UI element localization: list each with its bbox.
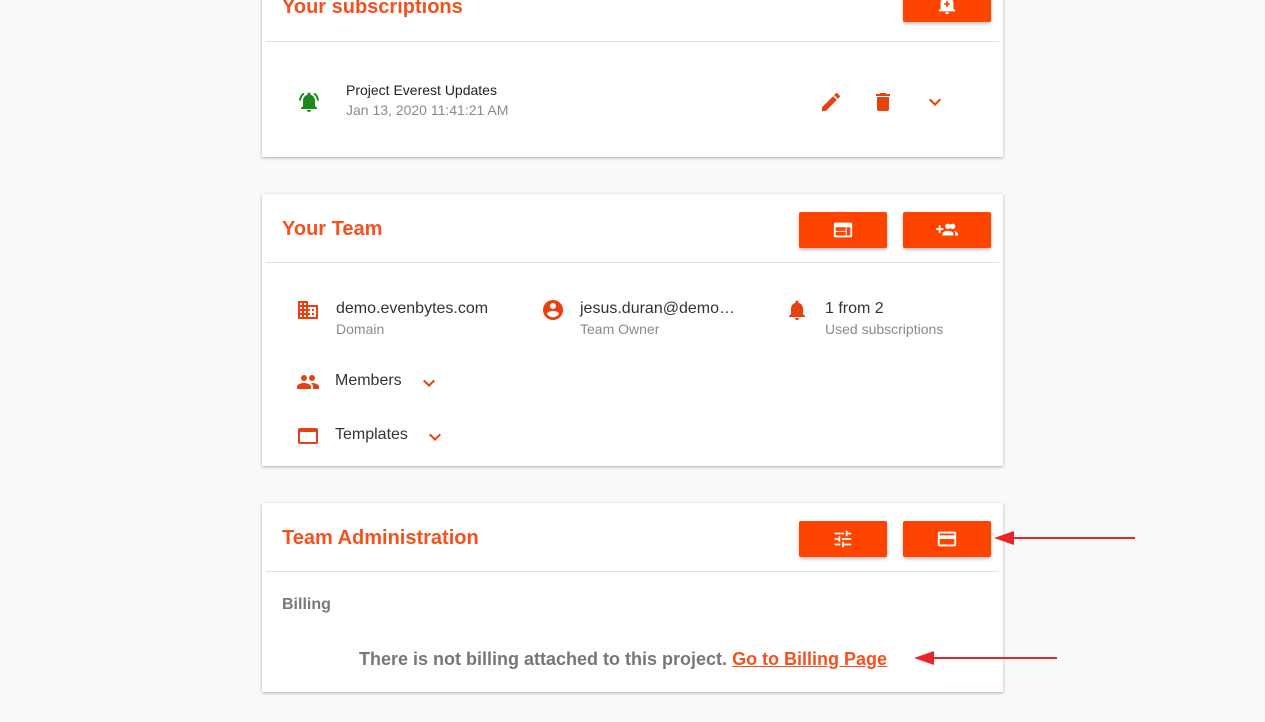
domain-icon [296, 298, 320, 322]
add-group-icon [936, 223, 958, 236]
chevron-down-icon [417, 371, 441, 395]
settings-button[interactable] [799, 521, 887, 557]
domain-value: demo.evenbytes.com [336, 300, 489, 317]
divider [266, 262, 999, 263]
web-template-icon [296, 424, 320, 448]
subscriptions-used-label: Used subscriptions [825, 321, 944, 337]
subscriptions-title: Your subscriptions [282, 0, 463, 18]
subscriptions-card: Your subscriptions Project Everest Updat… [262, 0, 1003, 157]
billing-heading: Billing [282, 596, 331, 613]
admin-card: Team Administration Billing There is not… [262, 503, 1003, 692]
members-label: Members [335, 372, 402, 389]
team-templates-button[interactable] [799, 212, 887, 248]
members-toggle[interactable]: Members [296, 370, 446, 396]
domain-label: Domain [336, 321, 385, 337]
templates-label: Templates [335, 426, 408, 443]
subscriptions-used-value: 1 from 2 [825, 300, 884, 317]
billing-button[interactable] [903, 521, 991, 557]
chevron-down-icon[interactable] [923, 90, 947, 114]
subscription-date: Jan 13, 2020 11:41:21 AM [346, 102, 509, 118]
arrow-to-billing-button [994, 531, 1135, 545]
add-member-button[interactable] [903, 212, 991, 248]
edit-icon[interactable] [819, 90, 843, 114]
owner-value: jesus.duran@demo… [580, 300, 735, 317]
billing-message-row: There is not billing attached to this pr… [359, 649, 887, 670]
account-circle-icon [541, 298, 565, 322]
divider [266, 41, 999, 42]
add-subscription-button[interactable] [903, 0, 991, 22]
team-title: Your Team [282, 218, 383, 240]
bell-icon [785, 298, 809, 322]
group-icon [296, 370, 320, 394]
templates-toggle[interactable]: Templates [296, 424, 456, 450]
tune-icon [834, 530, 852, 548]
billing-message: There is not billing attached to this pr… [359, 649, 728, 669]
credit-card-icon [937, 531, 957, 547]
subscription-name: Project Everest Updates [346, 82, 497, 98]
add-alert-icon [938, 0, 956, 15]
divider [266, 571, 999, 572]
delete-icon[interactable] [871, 90, 895, 114]
go-to-billing-link[interactable]: Go to Billing Page [732, 649, 887, 669]
bell-ringing-icon [297, 90, 321, 114]
chevron-down-icon [423, 425, 447, 449]
admin-title: Team Administration [282, 527, 479, 549]
web-template-icon [833, 222, 853, 238]
owner-label: Team Owner [580, 321, 660, 337]
team-card: Your Team demo.evenbytes.com Domain jesu… [262, 194, 1003, 466]
